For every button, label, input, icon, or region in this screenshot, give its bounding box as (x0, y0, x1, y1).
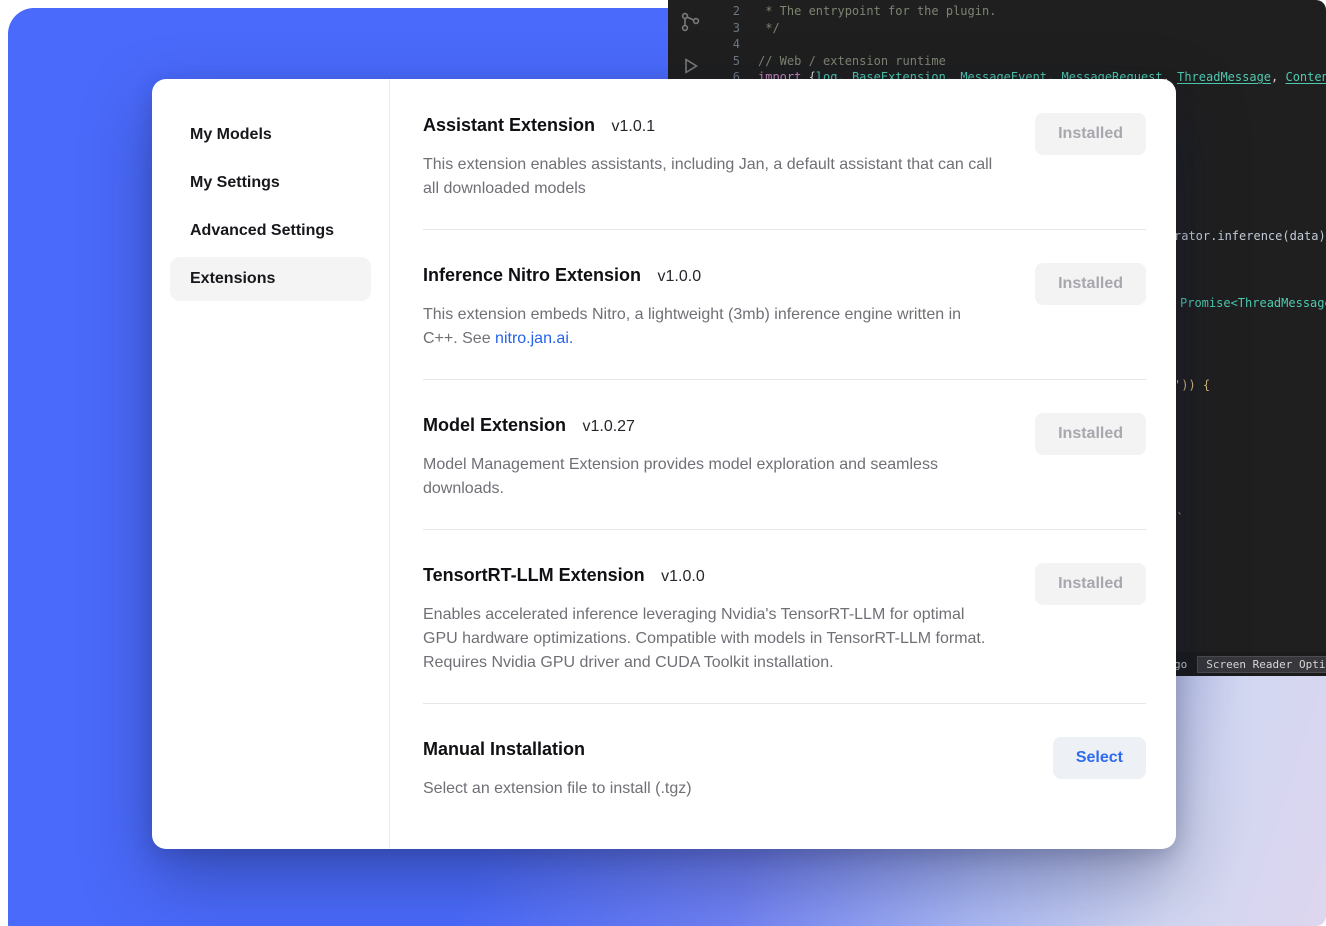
extension-description: Enables accelerated inference leveraging… (423, 603, 998, 675)
code-area: 2 * The entrypoint for the plugin. 3 */ … (712, 0, 1326, 86)
code-fragment: Promise<ThreadMessage> (1180, 296, 1326, 310)
manual-installation-description: Select an extension file to install (.tg… (423, 777, 692, 801)
select-file-button[interactable]: Select (1053, 737, 1146, 779)
settings-sidebar: My Models My Settings Advanced Settings … (152, 79, 390, 849)
installed-button[interactable]: Installed (1035, 113, 1146, 155)
screen-reader-status-chip[interactable]: Screen Reader Optimize (1197, 656, 1326, 673)
extension-version: v1.0.0 (658, 268, 702, 285)
code-fragment: rator.inference(data)); (1174, 229, 1326, 243)
divider (423, 229, 1146, 230)
installed-button[interactable]: Installed (1035, 563, 1146, 605)
line-number: 5 (712, 53, 740, 70)
extension-name: TensortRT-LLM Extension (423, 565, 645, 585)
divider (423, 379, 1146, 380)
line-number: 4 (712, 36, 740, 53)
extension-name: Assistant Extension (423, 115, 595, 135)
extension-version: v1.0.0 (661, 568, 705, 585)
installed-button[interactable]: Installed (1035, 413, 1146, 455)
extension-name: Model Extension (423, 415, 566, 435)
source-control-icon[interactable] (678, 10, 702, 34)
manual-installation-title: Manual Installation (423, 739, 585, 759)
line-number: 3 (712, 20, 740, 37)
line-number: 2 (712, 3, 740, 20)
code-text: * The entrypoint for the plugin. (740, 3, 996, 20)
settings-modal: My Models My Settings Advanced Settings … (152, 79, 1176, 849)
extension-row-model: Model Extension v1.0.27 Model Management… (423, 413, 1146, 501)
extension-row-assistant: Assistant Extension v1.0.1 This extensio… (423, 113, 1146, 201)
sidebar-item-advanced-settings[interactable]: Advanced Settings (170, 209, 371, 253)
extension-row-tensorrt: TensortRT-LLM Extension v1.0.0 Enables a… (423, 563, 1146, 675)
extension-description: This extension enables assistants, inclu… (423, 153, 998, 201)
code-fragment: ')) { (1174, 378, 1210, 392)
divider (423, 703, 1146, 704)
sidebar-item-my-models[interactable]: My Models (170, 113, 371, 157)
extension-version: v1.0.1 (612, 118, 656, 135)
code-text (740, 36, 758, 53)
installed-button[interactable]: Installed (1035, 263, 1146, 305)
sidebar-item-my-settings[interactable]: My Settings (170, 161, 371, 205)
sidebar-item-extensions[interactable]: Extensions (170, 257, 371, 301)
code-line: 2 * The entrypoint for the plugin. (712, 3, 1326, 20)
extension-description: This extension embeds Nitro, a lightweig… (423, 303, 998, 351)
extension-name: Inference Nitro Extension (423, 265, 641, 285)
manual-installation-row: Manual Installation Select an extension … (423, 737, 1146, 801)
extension-version: v1.0.27 (582, 418, 634, 435)
code-line: 4 (712, 36, 1326, 53)
extension-description: Model Management Extension provides mode… (423, 453, 998, 501)
extensions-panel: Assistant Extension v1.0.1 This extensio… (390, 79, 1176, 849)
nitro-link[interactable]: nitro.jan.ai. (495, 330, 573, 347)
divider (423, 529, 1146, 530)
code-line: 3 */ (712, 20, 1326, 37)
code-line: 5 // Web / extension runtime (712, 53, 1326, 70)
code-text: // Web / extension runtime (740, 53, 946, 70)
code-text: */ (740, 20, 780, 37)
run-debug-icon[interactable] (678, 54, 702, 78)
app-window: 2 * The entrypoint for the plugin. 3 */ … (0, 0, 1326, 926)
extension-row-nitro: Inference Nitro Extension v1.0.0 This ex… (423, 263, 1146, 351)
